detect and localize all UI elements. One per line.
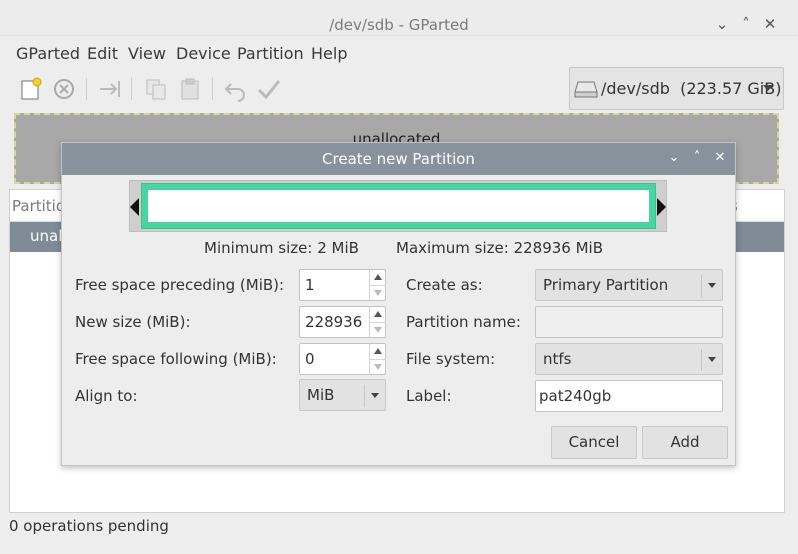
right-handle-icon[interactable]	[657, 198, 666, 216]
label-input[interactable]: pat240gb	[535, 380, 723, 412]
file-system-select[interactable]: ntfs	[535, 343, 723, 375]
row-partition-name: unal	[30, 227, 63, 245]
dialog-title: Create new Partition	[322, 150, 475, 168]
apply-icon[interactable]	[256, 76, 282, 102]
status-text: 0 operations pending	[9, 517, 169, 535]
chevron-down-icon	[371, 393, 379, 398]
free-preceding-label: Free space preceding (MiB):	[75, 276, 285, 294]
decrement-icon[interactable]	[374, 290, 382, 296]
device-label: /dev/sdb (223.57 GiB)	[601, 79, 782, 98]
partition-name-label: Partition name:	[406, 313, 521, 331]
toolbar-separator	[212, 78, 213, 100]
increment-icon[interactable]	[374, 348, 382, 354]
create-as-label: Create as:	[406, 276, 483, 294]
close-icon[interactable]: ✕	[760, 14, 780, 34]
new-icon[interactable]	[18, 76, 44, 102]
free-preceding-value: 1	[305, 276, 315, 294]
minimum-size: Minimum size: 2 MiB	[204, 239, 359, 257]
dialog-close-icon[interactable]: ✕	[711, 149, 729, 167]
cancel-button[interactable]: Cancel	[551, 426, 637, 459]
align-label: Align to:	[75, 387, 138, 405]
chevron-down-icon	[763, 85, 773, 91]
minimize-icon[interactable]: ⌄	[712, 14, 732, 34]
dialog-minimize-icon[interactable]: ⌄	[665, 149, 683, 167]
file-system-label: File system:	[406, 350, 496, 368]
partition-name-input[interactable]	[535, 306, 723, 338]
align-select[interactable]: MiB	[299, 379, 386, 411]
copy-icon[interactable]	[143, 76, 169, 102]
menu-gparted[interactable]: GParted	[16, 44, 80, 63]
dialog-titlebar: Create new Partition ⌄ ˄ ✕	[62, 143, 735, 175]
chevron-down-icon	[708, 283, 716, 288]
chevron-down-icon	[708, 357, 716, 362]
decrement-icon[interactable]	[374, 327, 382, 333]
toolbar-separator	[131, 78, 132, 100]
new-size-value: 228936	[305, 313, 363, 331]
paste-icon[interactable]	[177, 76, 203, 102]
label-label: Label:	[406, 387, 452, 405]
create-partition-dialog: Create new Partition ⌄ ˄ ✕ Minimum size:…	[61, 142, 736, 466]
window-title: /dev/sdb - GParted	[329, 16, 469, 34]
window-titlebar: /dev/sdb - GParted ⌄ ˄ ✕	[0, 0, 798, 36]
menu-edit[interactable]: Edit	[87, 44, 118, 63]
drive-icon	[574, 81, 598, 98]
maximum-size: Maximum size: 228936 MiB	[396, 239, 604, 257]
increment-icon[interactable]	[374, 274, 382, 280]
column-header-partition[interactable]: Partitio	[12, 197, 65, 215]
delete-icon[interactable]	[51, 76, 77, 102]
free-following-value: 0	[305, 350, 315, 368]
maximize-icon[interactable]: ˄	[736, 14, 756, 34]
align-value: MiB	[307, 386, 335, 404]
dialog-maximize-icon[interactable]: ˄	[688, 149, 706, 167]
toolbar-separator	[86, 78, 87, 100]
create-as-select[interactable]: Primary Partition	[535, 269, 723, 301]
new-size-spinner[interactable]: 228936	[299, 306, 386, 338]
device-selector[interactable]: /dev/sdb (223.57 GiB)	[569, 67, 784, 110]
increment-icon[interactable]	[374, 311, 382, 317]
free-preceding-spinner[interactable]: 1	[299, 269, 386, 301]
menu-partition[interactable]: Partition	[237, 44, 304, 63]
undo-icon[interactable]	[223, 76, 249, 102]
menu-device[interactable]: Device	[176, 44, 231, 63]
decrement-icon[interactable]	[374, 364, 382, 370]
create-as-value: Primary Partition	[543, 276, 669, 294]
free-following-label: Free space following (MiB):	[75, 350, 277, 368]
add-button[interactable]: Add	[642, 426, 728, 459]
new-size-label: New size (MiB):	[75, 313, 191, 331]
resize-move-icon[interactable]	[97, 76, 123, 102]
menu-help[interactable]: Help	[311, 44, 347, 63]
menu-view[interactable]: View	[128, 44, 166, 63]
file-system-value: ntfs	[543, 350, 572, 368]
partition-resizer[interactable]	[129, 180, 667, 232]
partition-bar[interactable]	[141, 183, 656, 229]
free-following-spinner[interactable]: 0	[299, 343, 386, 375]
label-value: pat240gb	[539, 387, 612, 405]
left-handle-icon[interactable]	[130, 198, 139, 216]
